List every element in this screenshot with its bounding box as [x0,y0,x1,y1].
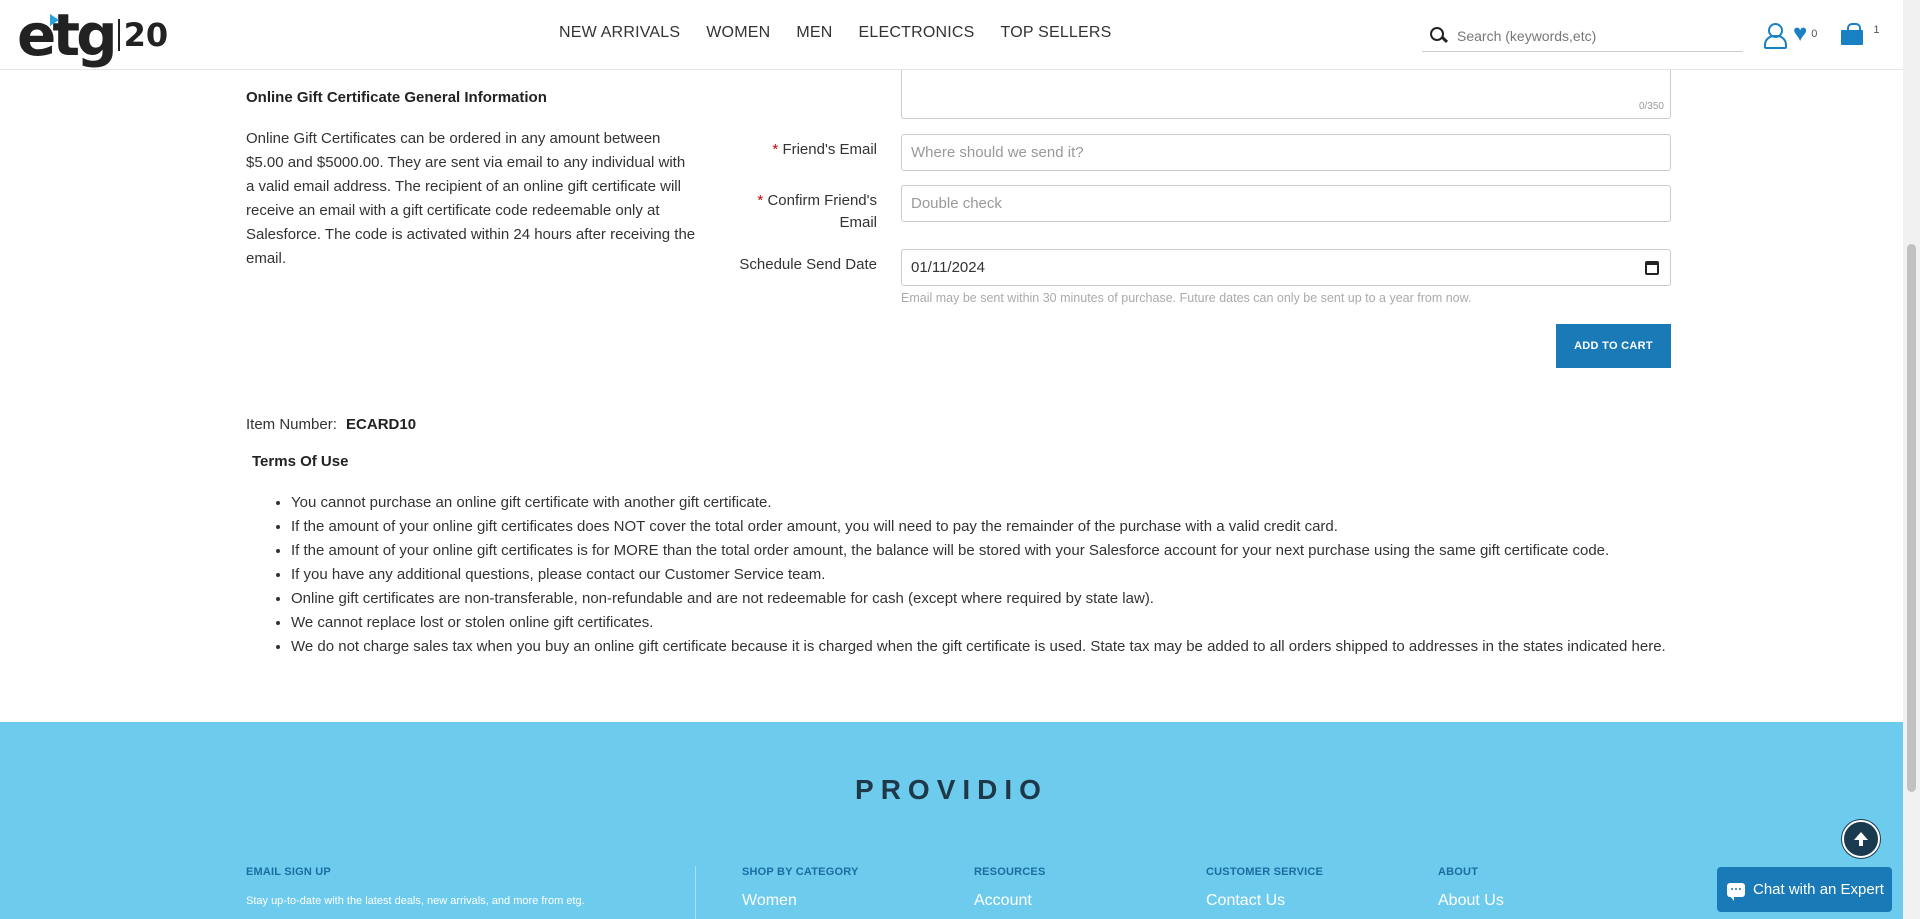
terms-list: You cannot purchase an online gift certi… [291,491,1666,659]
page-scrollbar[interactable] [1903,0,1920,919]
item-number-line: Item Number: ECARD10 [246,416,416,433]
site-header: etg 20 NEW ARRIVALS WOMEN MEN ELECTRONIC… [0,0,1903,70]
terms-item: If you have any additional questions, pl… [291,563,1666,587]
search-input[interactable] [1457,27,1737,44]
footer-col-heading: ABOUT [1438,866,1479,878]
confirm-email-field[interactable] [911,195,1670,212]
info-text: Online Gift Certificates can be ordered … [246,130,696,267]
search-icon[interactable] [1427,24,1451,48]
terms-title: Terms Of Use [252,453,349,470]
main-nav: NEW ARRIVALS WOMEN MEN ELECTRONICS TOP S… [559,24,1112,42]
confirm-email-label-text: Confirm Friend's Email [767,192,877,231]
email-signup-text: Stay up-to-date with the latest deals, n… [246,895,585,907]
add-to-cart-button[interactable]: ADD TO CART [1556,324,1671,368]
footer-brand: PROVIDIO [855,774,1048,805]
footer-col-customer-service: CUSTOMER SERVICE Contact Us [1206,866,1323,910]
footer-col-about: ABOUT About Us [1438,866,1504,910]
friends-email-field-box [901,134,1671,171]
footer-link-contact-us[interactable]: Contact Us [1206,892,1323,910]
wishlist-heart-icon[interactable]: ♥ [1793,22,1807,46]
footer-col-heading: CUSTOMER SERVICE [1206,866,1324,878]
logo-text: etg [17,1,118,69]
scrollbar-thumb[interactable] [1907,244,1916,792]
footer-link-about-us[interactable]: About Us [1438,892,1504,910]
required-mark: * [757,192,764,209]
nav-new-arrivals[interactable]: NEW ARRIVALS [559,24,680,42]
shopping-bag-icon[interactable] [1841,23,1864,45]
footer-col-heading: SHOP BY CATEGORY [742,866,859,878]
search-bar [1422,20,1743,52]
friends-email-label-text: Friend's Email [782,141,877,158]
terms-item: You cannot purchase an online gift certi… [291,491,1666,515]
chat-with-expert-button[interactable]: Chat with an Expert [1717,867,1892,912]
nav-top-sellers[interactable]: TOP SELLERS [1001,24,1112,42]
account-icon[interactable] [1763,22,1787,49]
nav-men[interactable]: MEN [796,24,832,42]
nav-electronics[interactable]: ELECTRONICS [859,24,975,42]
terms-item: We cannot replace lost or stolen online … [291,611,1666,635]
required-mark: * [772,141,779,158]
schedule-hint: Email may be sent within 30 minutes of p… [901,291,1472,305]
schedule-date-value: 01/11/2024 [911,259,985,276]
header-actions: ♥ 0 1 [1763,22,1880,49]
terms-item: We do not charge sales tax when you buy … [291,635,1666,659]
wishlist-count: 0 [1811,28,1818,40]
footer-divider [695,866,696,919]
friends-email-label: * Friend's Email [737,139,877,161]
logo-badge: 20 [117,19,168,51]
footer-col-heading: RESOURCES [974,866,1046,878]
item-number-value: ECARD10 [346,416,417,433]
terms-item: If the amount of your online gift certif… [291,539,1666,563]
footer-col-shop: SHOP BY CATEGORY Women [742,866,858,910]
footer-link-account[interactable]: Account [974,892,1045,910]
terms-item: Online gift certificates are non-transfe… [291,587,1666,611]
footer-link-women[interactable]: Women [742,892,858,910]
logo-accent-icon [50,14,59,26]
etg-logo[interactable]: etg 20 [17,4,168,66]
item-number-label: Item Number: [246,416,337,433]
calendar-icon[interactable] [1645,261,1659,275]
cart-count: 1 [1873,24,1880,36]
char-count: 0/350 [1638,101,1664,112]
back-to-top-button[interactable] [1842,820,1880,858]
friends-email-field[interactable] [911,144,1670,161]
info-title: Online Gift Certificate General Informat… [246,89,547,106]
chat-label: Chat with an Expert [1753,881,1884,898]
email-signup-heading: EMAIL SIGN UP [246,866,331,878]
footer-col-resources: RESOURCES Account [974,866,1045,910]
email-signup-section: EMAIL SIGN UP Stay up-to-date with the l… [246,866,585,907]
message-textarea[interactable]: 0/350 [901,64,1671,119]
terms-item: If the amount of your online gift certif… [291,515,1666,539]
nav-women[interactable]: WOMEN [706,24,770,42]
schedule-date-label: Schedule Send Date [739,256,877,273]
confirm-email-field-box [901,185,1671,222]
arrow-up-icon [1854,832,1868,846]
schedule-date-field[interactable]: 01/11/2024 [901,249,1671,286]
site-footer: PROVIDIO EMAIL SIGN UP Stay up-to-date w… [0,722,1903,919]
chat-bubble-icon [1727,882,1745,901]
confirm-email-label: * Confirm Friend's Email [737,190,877,234]
